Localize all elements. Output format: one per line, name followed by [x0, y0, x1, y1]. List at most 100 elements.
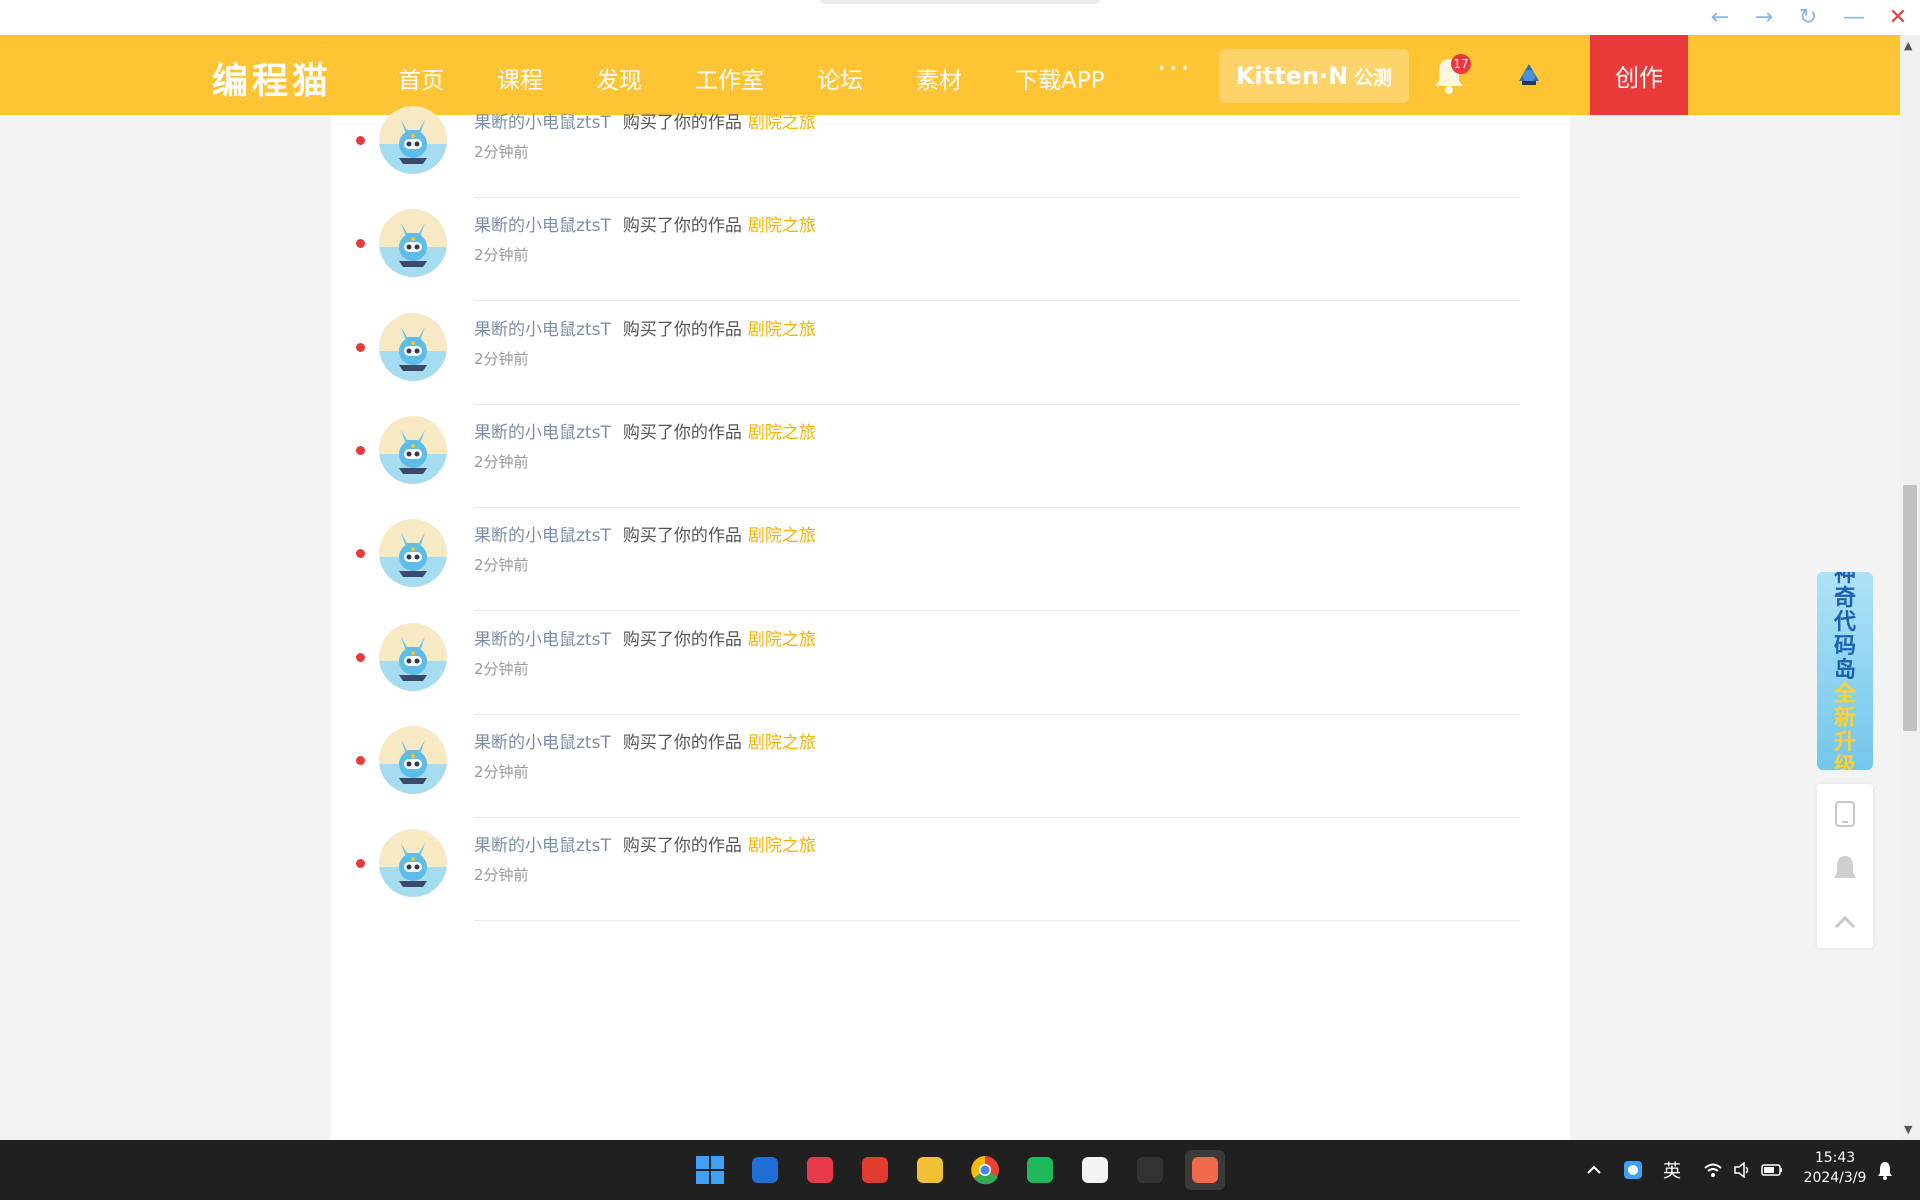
kitten-n-button[interactable]: Kitten·N 公测 [1219, 49, 1409, 103]
unread-dot [356, 445, 365, 455]
back-button[interactable]: ← [1702, 2, 1738, 32]
row-divider [474, 816, 1520, 818]
nav-discover[interactable]: 发现 [596, 61, 642, 95]
notification-center-icon[interactable] [1876, 1140, 1894, 1200]
forward-arrow-icon: → [1754, 4, 1774, 30]
qq-icon [1834, 856, 1856, 878]
message-user-link[interactable]: 果断的小电鼠ztsT [474, 733, 611, 753]
floating-toolbar [1817, 784, 1873, 948]
page-scrollbar[interactable]: ▲ ▼ [1900, 35, 1920, 1140]
user-avatar[interactable] [379, 106, 447, 174]
unread-dot [356, 755, 365, 765]
scroll-down-arrow-icon[interactable]: ▼ [1904, 1123, 1912, 1136]
chrome-icon[interactable] [965, 1150, 1005, 1190]
nav-home[interactable]: 首页 [398, 61, 444, 95]
reload-button[interactable]: ↻ [1790, 2, 1826, 32]
unread-dot [356, 342, 365, 352]
tray-overflow-icon[interactable] [1586, 1140, 1602, 1200]
unread-dot [356, 859, 365, 869]
message-user-link[interactable]: 果断的小电鼠ztsT [474, 836, 611, 856]
system-clock[interactable]: 15:43 2024/3/9 [1800, 1148, 1870, 1188]
nav-forum[interactable]: 论坛 [817, 61, 863, 95]
create-button[interactable]: 创作 [1590, 35, 1688, 115]
message-action: 购买了你的作品 [622, 836, 742, 857]
wechat-icon[interactable] [1020, 1150, 1060, 1190]
tray-app-icon[interactable] [1623, 1140, 1643, 1200]
message-user-link[interactable]: 果断的小电鼠ztsT [474, 423, 611, 443]
message-text: 果断的小电鼠ztsT 购买了你的作品 剧院之旅 [474, 831, 816, 856]
message-work-link[interactable]: 剧院之旅 [748, 216, 816, 236]
message-action: 购买了你的作品 [622, 629, 742, 650]
netease-music-icon[interactable] [800, 1150, 840, 1190]
minimize-icon: — [1843, 4, 1865, 30]
file-explorer-icon[interactable] [910, 1150, 950, 1190]
row-divider [474, 610, 1520, 612]
more-menu-button[interactable]: ··· [1157, 51, 1192, 86]
tab-stub [820, 0, 1100, 4]
message-work-link[interactable]: 剧院之旅 [748, 320, 816, 340]
lenovo-icon[interactable] [745, 1150, 785, 1190]
unread-dot [356, 549, 365, 559]
message-work-link[interactable]: 剧院之旅 [748, 630, 816, 650]
message-list: 果断的小电鼠ztsT 购买了你的作品 剧院之旅 2分钟前 果断的小电鼠ztsT 购买了你… [331, 106, 1570, 1140]
wifi-icon[interactable] [1703, 1140, 1723, 1200]
message-user-link[interactable]: 果断的小电鼠ztsT [474, 630, 611, 650]
row-divider [474, 713, 1520, 715]
message-user-link[interactable]: 果断的小电鼠ztsT [474, 113, 611, 133]
message-action: 购买了你的作品 [622, 113, 742, 133]
nav-courses[interactable]: 课程 [497, 61, 543, 95]
wps-icon[interactable] [855, 1150, 895, 1190]
battery-icon[interactable] [1761, 1140, 1783, 1200]
kwai-icon[interactable] [1130, 1150, 1170, 1190]
nav-studio[interactable]: 工作室 [695, 61, 764, 95]
unread-dot [356, 652, 365, 662]
site-logo[interactable]: 编程猫 [212, 52, 332, 102]
close-button[interactable]: ✕ [1880, 2, 1916, 32]
message-time: 2分钟前 [474, 143, 529, 161]
message-text: 果断的小电鼠ztsT 购买了你的作品 剧院之旅 [474, 211, 816, 236]
message-text: 果断的小电鼠ztsT 购买了你的作品 剧院之旅 [474, 108, 816, 133]
back-arrow-icon: ← [1710, 4, 1730, 30]
back-to-top-button[interactable] [1817, 896, 1873, 948]
forward-button[interactable]: → [1746, 2, 1782, 32]
message-work-link[interactable]: 剧院之旅 [748, 836, 816, 856]
user-avatar[interactable] [379, 829, 447, 898]
user-avatar[interactable] [379, 725, 447, 794]
ime-indicator[interactable]: 英 [1663, 1140, 1681, 1200]
windows-start-icon[interactable] [690, 1150, 730, 1190]
clock-time: 15:43 [1814, 1150, 1856, 1166]
windows-taskbar: 英 15:43 2024/3/9 [0, 1140, 1920, 1200]
minimize-button[interactable]: — [1836, 2, 1872, 32]
microsoft-store-icon[interactable] [1075, 1150, 1115, 1190]
notification-count-badge: 17 [1451, 54, 1471, 74]
row-divider [474, 506, 1520, 508]
scroll-up-arrow-icon[interactable]: ▲ [1904, 39, 1912, 52]
browser-toolbar: ← → ↻ — ✕ [0, 0, 1920, 35]
message-text: 果断的小电鼠ztsT 购买了你的作品 剧院之旅 [474, 315, 816, 340]
user-avatar[interactable] [379, 209, 447, 278]
message-user-link[interactable]: 果断的小电鼠ztsT [474, 526, 611, 546]
close-icon: ✕ [1888, 4, 1908, 30]
codemao-icon[interactable] [1185, 1150, 1225, 1190]
code-island-promo-banner[interactable]: 神奇代码岛 全新升级 [1817, 572, 1873, 770]
user-avatar[interactable] [379, 312, 447, 381]
message-work-link[interactable]: 剧院之旅 [748, 113, 816, 133]
user-avatar[interactable] [379, 519, 447, 588]
row-divider [474, 920, 1520, 922]
message-user-link[interactable]: 果断的小电鼠ztsT [474, 320, 611, 340]
nav-materials[interactable]: 素材 [916, 61, 962, 95]
message-work-link[interactable]: 剧院之旅 [748, 423, 816, 443]
qq-group-button[interactable] [1817, 842, 1873, 894]
volume-icon[interactable] [1733, 1140, 1751, 1200]
user-avatar[interactable] [379, 415, 447, 484]
scrollbar-thumb[interactable] [1903, 485, 1917, 731]
message-work-link[interactable]: 剧院之旅 [748, 733, 816, 753]
row-divider [474, 403, 1520, 405]
user-avatar[interactable] [1514, 59, 1544, 89]
message-work-link[interactable]: 剧院之旅 [748, 526, 816, 546]
nav-download-app[interactable]: 下载APP [1015, 61, 1104, 95]
mobile-app-button[interactable] [1817, 788, 1873, 840]
message-user-link[interactable]: 果断的小电鼠ztsT [474, 216, 611, 236]
user-avatar[interactable] [379, 622, 447, 691]
promo-line-2: 全新升级 [1833, 682, 1856, 771]
